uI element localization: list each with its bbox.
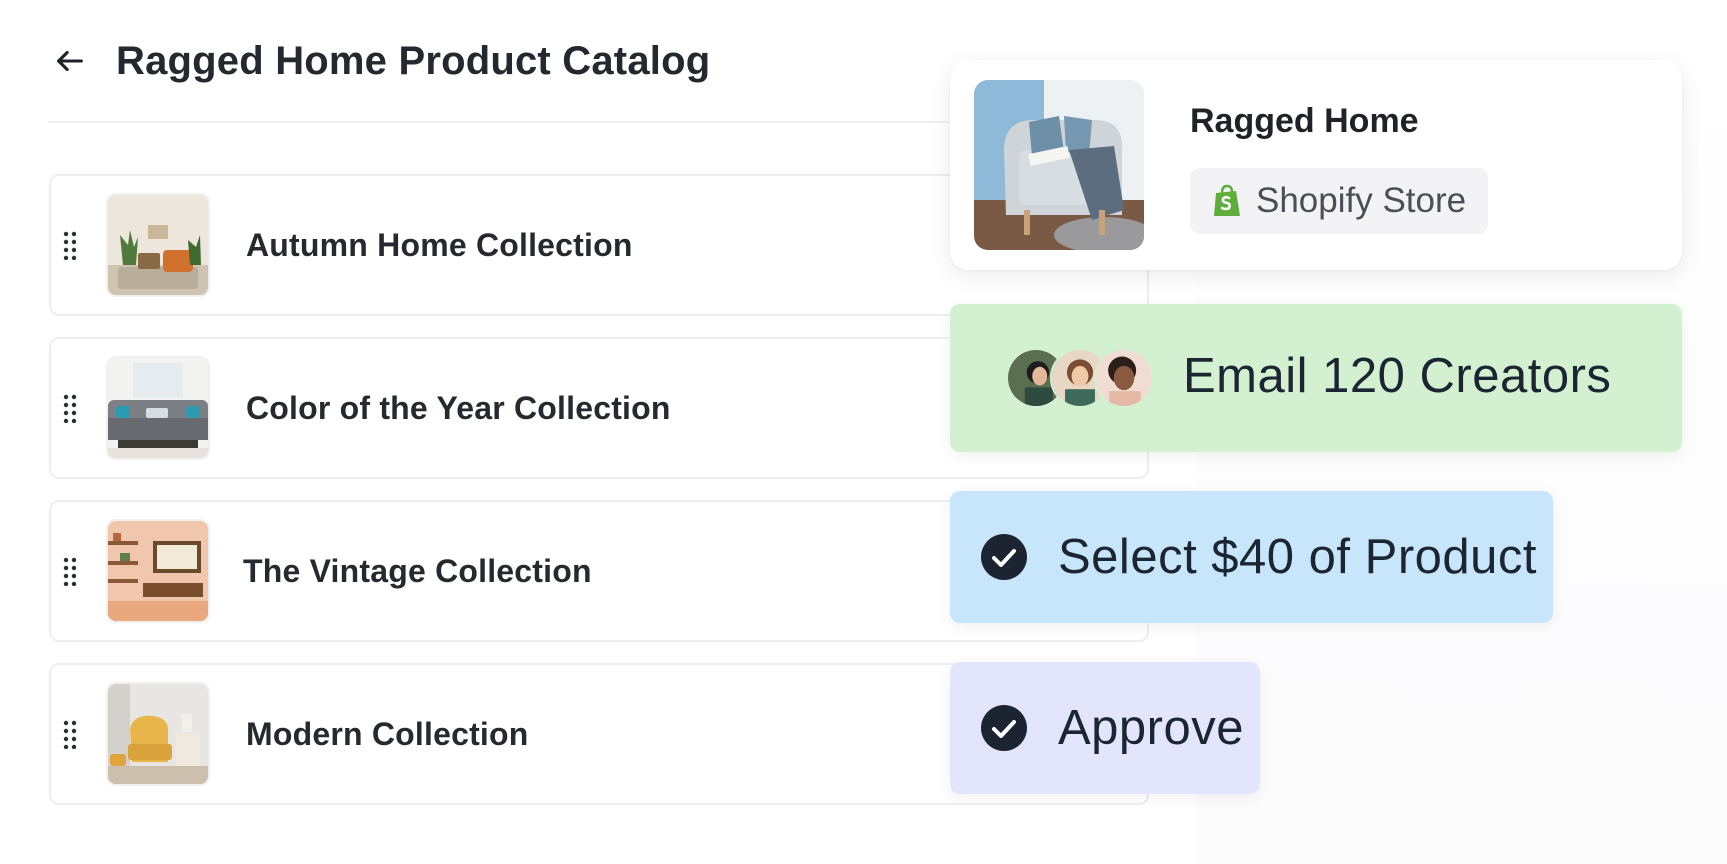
store-platform-badge: Shopify Store — [1190, 168, 1489, 234]
store-image — [974, 80, 1144, 250]
collection-name: Modern Collection — [246, 715, 529, 752]
page-header: Ragged Home Product Catalog — [48, 28, 710, 94]
approve-label: Approve — [1058, 701, 1245, 755]
drag-handle-icon[interactable] — [55, 393, 85, 423]
back-button[interactable] — [46, 37, 94, 85]
collection-name: Color of the Year Collection — [246, 389, 671, 426]
vintage-collection-thumbnail — [106, 519, 210, 623]
drag-handle-icon[interactable] — [55, 556, 85, 586]
creator-avatars — [1006, 348, 1166, 408]
select-product-label: Select $40 of Product — [1058, 530, 1538, 584]
shopify-bag-icon — [1214, 184, 1240, 216]
check-circle-icon — [981, 705, 1027, 751]
collection-name: The Vintage Collection — [243, 552, 592, 589]
store-badge-label: Shopify Store — [1256, 181, 1467, 220]
approve-button[interactable]: Approve — [950, 662, 1260, 794]
drag-handle-icon[interactable] — [55, 719, 85, 749]
check-circle-icon — [981, 534, 1027, 580]
store-card: Ragged Home Shopify Store — [950, 60, 1682, 270]
collection-name: Autumn Home Collection — [246, 226, 633, 263]
arrow-left-icon — [57, 50, 83, 72]
email-creators-button[interactable]: Email 120 Creators — [950, 304, 1682, 452]
modern-collection-thumbnail — [106, 682, 210, 786]
select-product-button[interactable]: Select $40 of Product — [950, 491, 1553, 623]
autumn-collection-thumbnail — [106, 193, 210, 297]
drag-handle-icon[interactable] — [55, 230, 85, 260]
page-title: Ragged Home Product Catalog — [116, 38, 711, 83]
email-creators-label: Email 120 Creators — [1183, 349, 1612, 403]
color-of-year-collection-thumbnail — [106, 356, 210, 460]
store-name: Ragged Home — [1190, 102, 1419, 140]
avatar — [1094, 348, 1154, 408]
